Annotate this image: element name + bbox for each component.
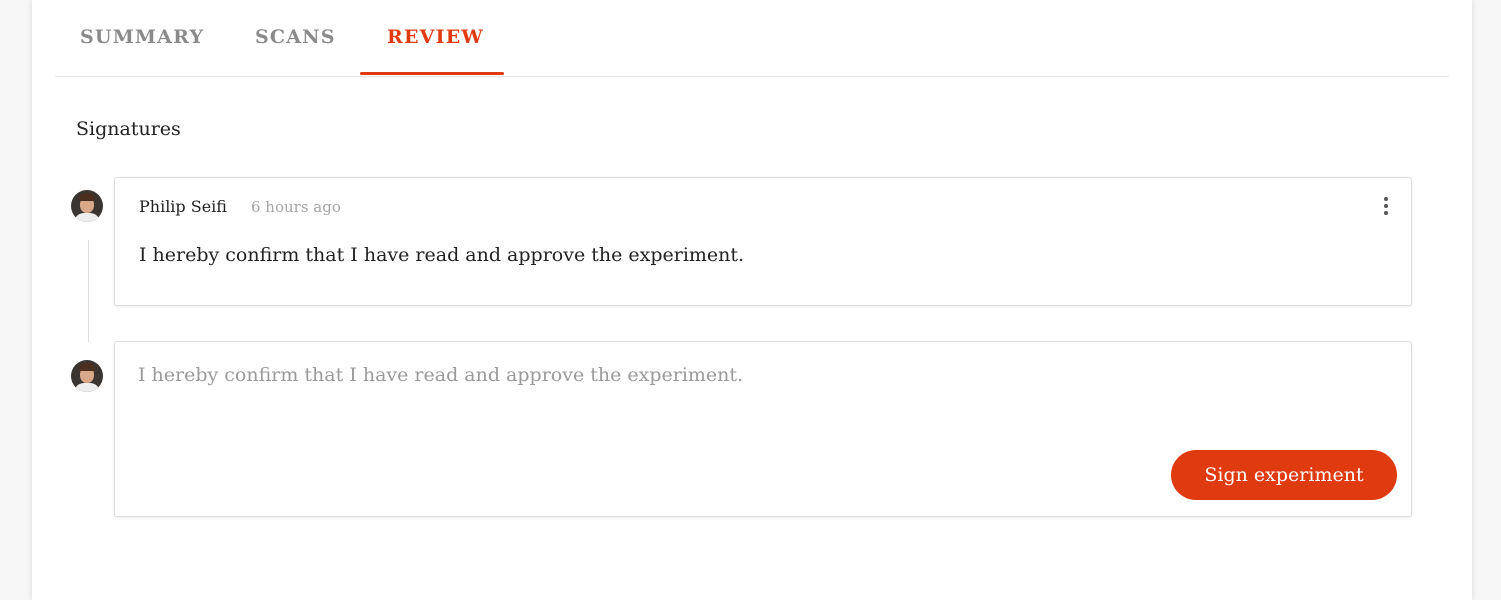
current-user-avatar: [71, 360, 103, 392]
timeline-connector: [88, 240, 89, 342]
tab-review[interactable]: REVIEW: [387, 26, 484, 48]
signature-card: Philip Seifi 6 hours ago I hereby confir…: [114, 177, 1412, 306]
kebab-menu-icon[interactable]: [1381, 197, 1391, 217]
signature-compose-card: Sign experiment: [114, 341, 1412, 517]
avatar: [71, 190, 103, 222]
tab-bar: SUMMARY SCANS REVIEW: [55, 0, 1449, 77]
signature-text: I hereby confirm that I have read and ap…: [139, 244, 745, 266]
section-title: Signatures: [76, 118, 181, 140]
active-tab-indicator: [360, 72, 504, 75]
tab-summary[interactable]: SUMMARY: [80, 26, 204, 48]
review-panel: SUMMARY SCANS REVIEW Signatures Philip S…: [32, 0, 1472, 600]
signature-author: Philip Seifi: [139, 197, 227, 216]
signature-timestamp: 6 hours ago: [251, 198, 341, 216]
signature-input[interactable]: [138, 364, 1378, 444]
tab-scans[interactable]: SCANS: [255, 26, 336, 48]
sign-experiment-button[interactable]: Sign experiment: [1171, 450, 1397, 500]
